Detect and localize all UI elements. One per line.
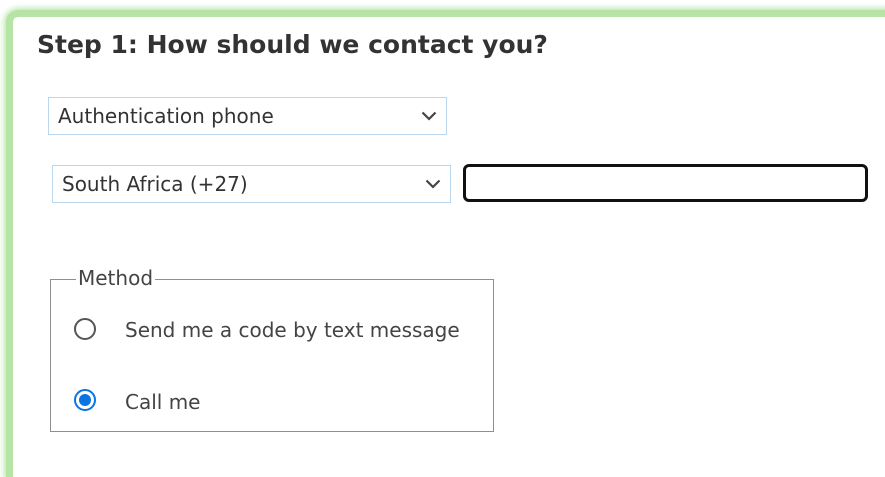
- call-me-radio[interactable]: [74, 389, 96, 411]
- chevron-down-icon: [421, 111, 437, 121]
- contact-method-select-value: Authentication phone: [58, 104, 274, 128]
- text-message-radio[interactable]: [74, 318, 96, 340]
- method-legend: Method: [76, 266, 156, 290]
- country-code-select-value: South Africa (+27): [62, 172, 248, 196]
- chevron-down-icon: [425, 179, 441, 189]
- country-code-select[interactable]: South Africa (+27): [52, 165, 451, 203]
- method-fieldset: [50, 279, 494, 432]
- page-title: Step 1: How should we contact you?: [37, 30, 548, 59]
- contact-method-select[interactable]: Authentication phone: [48, 97, 447, 135]
- call-me-label[interactable]: Call me: [125, 390, 200, 414]
- phone-number-input[interactable]: [463, 164, 868, 202]
- text-message-label[interactable]: Send me a code by text message: [125, 318, 460, 342]
